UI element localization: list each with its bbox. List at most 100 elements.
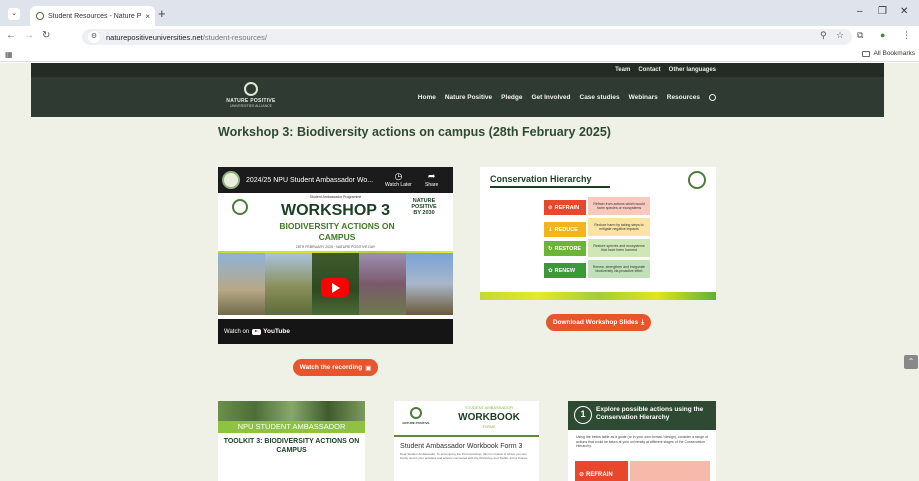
step-restore-label: RESTORE xyxy=(554,245,582,252)
youtube-logo-icon: YouTube xyxy=(252,328,290,335)
video-header: 2024/25 NPU Student Ambassador Wo... xyxy=(218,167,453,193)
site-header: NATURE POSITIVE UNIVERSITIES ALLIANCE Ho… xyxy=(31,77,884,117)
nav-home[interactable]: Home xyxy=(418,94,436,101)
nav-case-studies[interactable]: Case studies xyxy=(580,94,620,101)
watch-recording-button[interactable]: Watch the recording ▣ xyxy=(293,359,378,376)
step-number: 1 xyxy=(574,406,592,424)
topbar-link-team[interactable]: Team xyxy=(615,67,630,73)
workbook-sa: STUDENT AMBASSADOR xyxy=(465,405,513,410)
site-logo[interactable]: NATURE POSITIVE UNIVERSITIES ALLIANCE xyxy=(221,82,281,112)
video-title[interactable]: 2024/25 NPU Student Ambassador Wo... xyxy=(246,177,373,184)
workbook-logo: NATURE POSITIVE xyxy=(400,407,432,425)
workbook-form-title: Student Ambassador Workbook Form 3 xyxy=(400,443,523,450)
watch-recording-label: Watch the recording xyxy=(299,364,363,371)
explore-refrain-cell xyxy=(630,461,710,481)
nav-pledge[interactable]: Pledge xyxy=(501,94,522,101)
profile-icon[interactable]: ● xyxy=(880,30,885,40)
workbook-title: WORKBOOK xyxy=(458,412,520,423)
tab-search-icon[interactable]: ⌄ xyxy=(8,8,20,20)
step-reduce-label: REDUCE xyxy=(554,226,578,233)
site-container: Team Contact Other languages NATURE POSI… xyxy=(31,63,884,481)
scroll-to-top-button[interactable]: ⌃ xyxy=(904,355,918,369)
reload-icon[interactable]: ↻ xyxy=(42,30,50,41)
step-refrain: ⊘ REFRAIN xyxy=(544,200,586,215)
channel-avatar[interactable] xyxy=(222,171,240,189)
restore-button[interactable]: ❐ xyxy=(878,6,887,17)
address-bar[interactable]: ⚙ naturepositiveuniversities.net/student… xyxy=(82,29,852,45)
page-title: Workshop 3: Biodiversity actions on camp… xyxy=(218,125,611,139)
slide-title-underline xyxy=(490,186,610,188)
refrain-icon: ⊘ xyxy=(579,472,585,478)
back-icon[interactable]: ← xyxy=(6,30,16,41)
refrain-icon: ⊘ xyxy=(548,204,553,211)
explore-actions-card[interactable]: 1 Explore possible actions using the Con… xyxy=(568,401,716,481)
url-path: /student-resources/ xyxy=(202,32,267,42)
share-label: Share xyxy=(425,182,439,188)
watch-later-label: Watch Later xyxy=(385,182,412,188)
topbar-link-contact[interactable]: Contact xyxy=(638,67,660,73)
renew-icon: ✿ xyxy=(548,267,553,274)
explore-body: Using the below table as a guide (or in … xyxy=(576,435,708,448)
zoom-icon[interactable]: ⚲ xyxy=(820,30,827,41)
workbook-card[interactable]: NATURE POSITIVE STUDENT AMBASSADOR WORKB… xyxy=(394,401,539,481)
step-reduce-note: Reduce harm by taking steps to mitigate … xyxy=(588,218,650,236)
toolkit-title: TOOLKIT 3: BIODIVERSITY ACTIONS ON CAMPU… xyxy=(223,438,360,454)
thumb-date: 28TH FEBRUARY 2025 · NATURE POSITIVE DAY xyxy=(295,245,376,249)
share-button[interactable]: ➦ Share xyxy=(425,171,438,188)
explore-header: 1 Explore possible actions using the Con… xyxy=(568,401,716,430)
all-bookmarks-button[interactable]: All Bookmarks xyxy=(862,50,915,57)
share-icon: ➦ xyxy=(427,171,436,181)
site-info-icon[interactable]: ⚙ xyxy=(88,31,100,43)
video-thumbnail[interactable]: Student Ambassador Programme WORKSHOP 3 … xyxy=(218,193,453,319)
thumb-subtitle: BIODIVERSITY ACTIONS ON CAMPUS xyxy=(279,221,395,242)
tab-title: Student Resources - Nature Po xyxy=(48,12,142,20)
step-renew-label: RENEW xyxy=(554,267,576,274)
bookmark-star-icon[interactable]: ☆ xyxy=(836,30,844,41)
download-slides-button[interactable]: Download Workshop Slides ⤓ xyxy=(546,314,651,331)
menu-icon[interactable]: ⋮ xyxy=(902,30,911,41)
nav-nature-positive[interactable]: Nature Positive xyxy=(445,94,492,101)
bookmarks-bar: ▦ All Bookmarks xyxy=(0,48,919,62)
minimize-button[interactable]: – xyxy=(857,6,863,17)
close-window-button[interactable]: ✕ xyxy=(900,6,908,17)
step-refrain-note: Refrain from actions which would harm sp… xyxy=(588,197,650,215)
watch-on-label: Watch on xyxy=(224,328,250,335)
search-icon[interactable] xyxy=(709,94,716,101)
folder-icon xyxy=(862,50,871,57)
colour-strip xyxy=(480,292,716,300)
all-bookmarks-label: All Bookmarks xyxy=(873,50,915,57)
utility-nav: Team Contact Other languages xyxy=(31,63,884,77)
extensions-icon[interactable]: ⧉ xyxy=(857,30,863,41)
explore-refrain-label: REFRAIN xyxy=(586,472,613,478)
slide-title: Conservation Hierarchy xyxy=(490,174,592,184)
restore-icon: ↻ xyxy=(548,245,553,252)
np-logo-icon xyxy=(688,171,706,189)
explore-refrain: ⊘ REFRAIN xyxy=(575,461,628,481)
reduce-icon: ⇣ xyxy=(548,226,553,233)
tab-strip: ⌄ Student Resources - Nature Po × + – ❐ … xyxy=(0,0,919,26)
step-restore-note: Restore species and ecosystems that have… xyxy=(588,239,650,257)
youtube-label: YouTube xyxy=(263,328,290,335)
tab-close-icon[interactable]: × xyxy=(145,12,155,21)
nav-get-involved[interactable]: Get Involved xyxy=(531,94,570,101)
watch-later-button[interactable]: ◷ Watch Later xyxy=(385,171,412,188)
clock-icon: ◷ xyxy=(394,171,403,181)
forward-icon[interactable]: → xyxy=(24,30,34,41)
toolkit-card[interactable]: NPU STUDENT AMBASSADOR TOOLKIT 3: BIODIV… xyxy=(218,401,365,481)
video-icon: ▣ xyxy=(365,364,372,372)
nav-resources[interactable]: Resources xyxy=(667,94,700,101)
apps-grid-icon[interactable]: ▦ xyxy=(5,50,13,59)
tab-student-resources[interactable]: Student Resources - Nature Po × xyxy=(30,6,155,26)
topbar-link-other-languages[interactable]: Other languages xyxy=(669,67,716,73)
youtube-embed[interactable]: 2024/25 NPU Student Ambassador Wo... ◷ W… xyxy=(218,167,453,344)
play-icon[interactable] xyxy=(321,278,349,297)
step-renew-note: Renew, strengthen and invigorate biodive… xyxy=(588,260,650,278)
leaf-globe-icon xyxy=(244,82,258,96)
step-reduce: ⇣ REDUCE xyxy=(544,222,586,237)
browser-window: ⌄ Student Resources - Nature Po × + – ❐ … xyxy=(0,0,919,481)
new-tab-button[interactable]: + xyxy=(158,6,166,21)
watch-on-youtube[interactable]: Watch on YouTube xyxy=(218,319,453,344)
nav-webinars[interactable]: Webinars xyxy=(629,94,658,101)
site-favicon-icon xyxy=(36,12,44,20)
download-icon: ⤓ xyxy=(641,318,645,326)
